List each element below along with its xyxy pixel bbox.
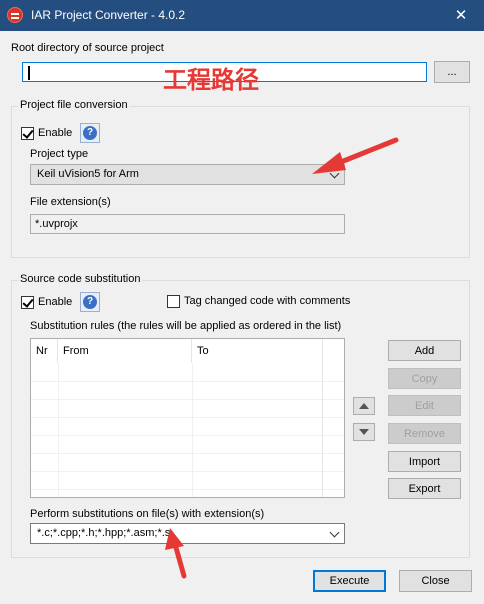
project-enable-checkbox[interactable]	[21, 127, 34, 140]
close-button[interactable]: Close	[399, 570, 472, 592]
root-directory-label: Root directory of source project	[11, 42, 164, 54]
grid-line	[31, 435, 344, 436]
substitution-title: Source code substitution	[18, 273, 143, 285]
project-conversion-title: Project file conversion	[18, 99, 130, 111]
file-extension-value: *.uvprojx	[35, 218, 78, 230]
browse-button[interactable]: ...	[434, 61, 470, 83]
column-header-to[interactable]: To	[192, 339, 323, 363]
project-help-button[interactable]: ?	[80, 123, 100, 143]
edit-button[interactable]: Edit	[388, 395, 461, 416]
arrow-down-icon	[359, 429, 369, 435]
tag-changed-code-label[interactable]: Tag changed code with comments	[184, 295, 350, 307]
substitution-extensions-label: Perform substitutions on file(s) with ex…	[30, 508, 265, 520]
grid-line	[58, 363, 59, 497]
tag-changed-code-checkbox[interactable]	[167, 295, 180, 308]
column-header-nr[interactable]: Nr	[31, 339, 58, 363]
help-icon: ?	[83, 126, 97, 140]
move-up-button[interactable]	[353, 397, 375, 415]
column-header-from[interactable]: From	[58, 339, 192, 363]
grid-line	[31, 471, 344, 472]
move-down-button[interactable]	[353, 423, 375, 441]
iar-app-icon	[7, 7, 23, 23]
rules-list-header: Nr From To	[31, 339, 344, 363]
project-type-select[interactable]: Keil uVision5 for Arm	[30, 164, 345, 185]
window-title: IAR Project Converter - 4.0.2	[31, 8, 186, 22]
close-window-icon[interactable]: ✕	[438, 0, 484, 31]
substitution-extensions-value: *.c;*.cpp;*.h;*.hpp;*.asm;*.s	[37, 527, 171, 539]
annotation-arrow-project-type	[312, 137, 399, 174]
annotation-project-path: 工程路径	[163, 66, 259, 94]
arrow-up-icon	[359, 403, 369, 409]
import-button[interactable]: Import	[388, 451, 461, 472]
remove-button[interactable]: Remove	[388, 423, 461, 444]
grid-line	[31, 453, 344, 454]
help-icon: ?	[83, 295, 97, 309]
substitution-enable-checkbox[interactable]	[21, 296, 34, 309]
substitution-rules-list[interactable]: Nr From To	[30, 338, 345, 498]
grid-line	[31, 417, 344, 418]
title-bar[interactable]: IAR Project Converter - 4.0.2 ✕	[0, 0, 484, 31]
add-button[interactable]: Add	[388, 340, 461, 361]
grid-line	[31, 381, 344, 382]
export-button[interactable]: Export	[388, 478, 461, 499]
project-type-label: Project type	[30, 148, 89, 160]
rules-list-scrollbar[interactable]	[322, 339, 344, 497]
grid-line	[31, 399, 344, 400]
substitution-rules-label: Substitution rules (the rules will be ap…	[30, 320, 342, 332]
substitution-enable-label[interactable]: Enable	[38, 296, 72, 308]
project-type-value: Keil uVision5 for Arm	[37, 168, 139, 180]
project-enable-label[interactable]: Enable	[38, 127, 72, 139]
file-extension-field[interactable]: *.uvprojx	[30, 214, 345, 234]
copy-button[interactable]: Copy	[388, 368, 461, 389]
text-caret	[28, 66, 30, 80]
grid-line	[192, 363, 193, 497]
annotation-arrow-extensions	[165, 528, 187, 579]
file-extension-label: File extension(s)	[30, 196, 111, 208]
execute-button[interactable]: Execute	[313, 570, 386, 592]
substitution-help-button[interactable]: ?	[80, 292, 100, 312]
grid-line	[31, 489, 344, 490]
chevron-down-icon	[329, 527, 340, 538]
